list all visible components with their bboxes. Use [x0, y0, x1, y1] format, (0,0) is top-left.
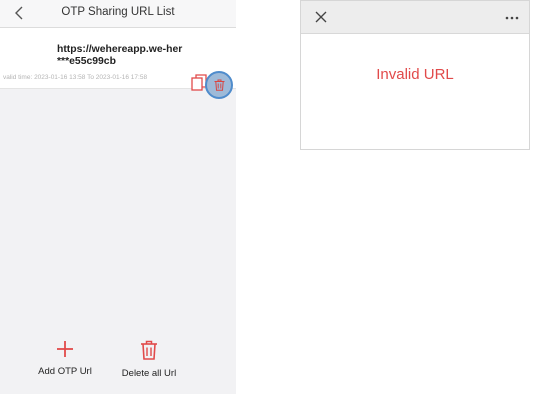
close-icon[interactable] — [315, 11, 327, 23]
delete-url-button[interactable] — [205, 71, 233, 99]
delete-all-url-button[interactable]: Delete all Url — [111, 340, 187, 379]
trash-icon — [141, 340, 157, 360]
browser-toolbar — [301, 1, 529, 34]
list-item[interactable]: https://wehereapp.we-her ***e55c99cb val… — [0, 28, 236, 99]
otp-url: https://wehereapp.we-her ***e55c99cb — [57, 44, 192, 68]
more-icon[interactable] — [505, 16, 519, 20]
delete-all-url-label: Delete all Url — [121, 368, 177, 379]
plus-icon — [57, 341, 73, 357]
url-line-2: ***e55c99cb — [57, 56, 116, 67]
trash-icon — [214, 79, 225, 91]
url-line-1: https://wehereapp.we-her — [57, 44, 183, 55]
add-otp-url-button[interactable]: Add OTP Url — [30, 340, 100, 377]
error-message: Invalid URL — [376, 66, 454, 83]
browser-window: Invalid URL — [300, 0, 530, 150]
otp-sharing-screen: OTP Sharing URL List https://wehereapp.w… — [0, 0, 236, 394]
valid-time: valid time: 2023-01-16 13:58 To 2023-01-… — [3, 74, 148, 81]
add-otp-url-label: Add OTP Url — [38, 366, 92, 377]
navigation-bar: OTP Sharing URL List — [0, 0, 236, 28]
page-title: OTP Sharing URL List — [61, 6, 175, 18]
